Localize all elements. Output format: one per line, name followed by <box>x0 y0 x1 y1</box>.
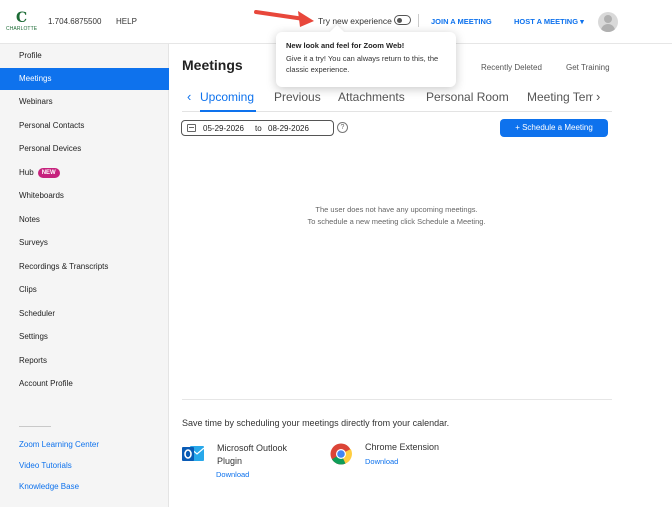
video-tutorials-link[interactable]: Video Tutorials <box>19 461 72 470</box>
new-experience-tooltip: New look and feel for Zoom Web! Give it … <box>276 32 456 87</box>
active-tab-underline <box>200 110 256 112</box>
sidebar-item-label: Webinars <box>19 97 53 106</box>
tab-previous[interactable]: Previous <box>274 90 321 104</box>
sidebar-item-meetings[interactable]: Meetings <box>0 68 169 90</box>
date-to: 08-29-2026 <box>268 124 309 133</box>
tab-meeting-templates[interactable]: Meeting Templates <box>527 90 593 104</box>
zoom-learning-center-link[interactable]: Zoom Learning Center <box>19 440 99 449</box>
tooltip-title: New look and feel for Zoom Web! <box>286 41 405 50</box>
avatar-head <box>604 15 612 23</box>
schedule-meeting-button[interactable]: + Schedule a Meeting <box>500 119 608 137</box>
try-new-experience-label: Try new experience <box>318 16 392 26</box>
charlotte-logo[interactable]: C CHARLOTTE <box>6 10 40 34</box>
empty-state-line2: To schedule a new meeting click Schedule… <box>307 217 486 226</box>
sidebar-item-clips[interactable]: Clips <box>0 279 169 301</box>
phone-number: 1.704.6875500 <box>48 17 102 26</box>
chevron-right-icon[interactable]: › <box>596 89 600 104</box>
knowledge-base-link[interactable]: Knowledge Base <box>19 482 79 491</box>
get-training-link[interactable]: Get Training <box>566 63 610 72</box>
sidebar-item-label: Notes <box>19 215 40 224</box>
outlook-download-link[interactable]: Download <box>216 470 249 479</box>
tab-personal-room[interactable]: Personal Room <box>426 90 509 104</box>
sidebar-item-surveys[interactable]: Surveys <box>0 232 169 254</box>
date-from: 05-29-2026 <box>203 124 244 133</box>
sidebar-item-label: Profile <box>19 51 42 60</box>
tab-attachments[interactable]: Attachments <box>338 90 405 104</box>
sidebar-item-label: Hub <box>19 168 34 177</box>
sidebar-item-profile[interactable]: Profile <box>0 45 169 67</box>
page-title: Meetings <box>182 57 243 73</box>
sidebar-item-webinars[interactable]: Webinars <box>0 91 169 113</box>
section-divider <box>182 399 612 400</box>
date-to-word: to <box>255 124 262 133</box>
avatar-body <box>601 24 615 32</box>
sidebar-item-account-profile[interactable]: Account Profile <box>0 373 169 395</box>
chrome-download-link[interactable]: Download <box>365 457 398 466</box>
join-meeting-link[interactable]: JOIN A MEETING <box>431 17 492 26</box>
recently-deleted-link[interactable]: Recently Deleted <box>481 63 542 72</box>
date-range-picker[interactable]: 05-29-2026 to 08-29-2026 <box>181 120 334 136</box>
sidebar-item-hub[interactable]: Hub NEW <box>0 162 169 184</box>
sidebar-item-label: Reports <box>19 356 48 365</box>
tab-upcoming[interactable]: Upcoming <box>200 90 254 104</box>
sidebar-item-label: Meetings <box>19 74 52 83</box>
sidebar-item-settings[interactable]: Settings <box>0 326 169 348</box>
outlook-plugin-name: Microsoft Outlook Plugin <box>217 443 288 466</box>
sidebar-item-reports[interactable]: Reports <box>0 350 169 372</box>
host-meeting-dropdown[interactable]: HOST A MEETING ▾ <box>514 17 584 26</box>
chrome-extension-name: Chrome Extension <box>365 442 440 452</box>
empty-state-line1: The user does not have any upcoming meet… <box>315 205 478 214</box>
sidebar-item-personal-contacts[interactable]: Personal Contacts <box>0 115 169 137</box>
new-experience-toggle[interactable] <box>394 15 411 25</box>
help-link[interactable]: HELP <box>116 17 137 26</box>
new-badge: NEW <box>37 168 60 178</box>
meeting-tabs: ‹ Upcoming Previous Attachments Personal… <box>182 86 612 112</box>
sidebar-item-label: Personal Devices <box>19 144 82 153</box>
logo-text: CHARLOTTE <box>6 26 38 32</box>
sidebar-item-notes[interactable]: Notes <box>0 209 169 231</box>
avatar[interactable] <box>598 12 618 32</box>
sidebar-item-whiteboards[interactable]: Whiteboards <box>0 185 169 207</box>
calendar-promo-text: Save time by scheduling your meetings di… <box>182 418 450 428</box>
sidebar-item-personal-devices[interactable]: Personal Devices <box>0 138 169 160</box>
sidebar-item-label: Recordings & Transcripts <box>19 262 109 271</box>
outlook-icon <box>182 446 205 461</box>
chrome-icon <box>330 443 352 465</box>
chevron-left-icon[interactable]: ‹ <box>187 89 191 104</box>
sidebar-item-label: Personal Contacts <box>19 121 85 130</box>
sidebar-item-label: Settings <box>19 332 48 341</box>
sidebar-item-label: Clips <box>19 285 37 294</box>
sidebar-item-label: Scheduler <box>19 309 56 318</box>
sidebar-item-recordings[interactable]: Recordings & Transcripts <box>0 256 169 278</box>
header-divider <box>418 14 419 27</box>
logo-mark-icon: C <box>16 10 28 26</box>
sidebar-item-label: Account Profile <box>19 379 73 388</box>
tab-clip: Meeting Templates <box>527 86 593 110</box>
red-arrow-icon <box>254 10 314 27</box>
help-circle-icon[interactable]: ? <box>337 122 348 133</box>
sidebar-divider <box>19 426 51 427</box>
tooltip-body: Give it a try! You can always return to … <box>286 54 439 74</box>
sidebar-item-label: Whiteboards <box>19 191 64 200</box>
calendar-icon <box>187 124 196 132</box>
sidebar-item-label: Surveys <box>19 238 48 247</box>
sidebar: Profile Meetings Webinars Personal Conta… <box>0 44 169 507</box>
sidebar-item-scheduler[interactable]: Scheduler <box>0 303 169 325</box>
toggle-knob <box>397 17 402 23</box>
